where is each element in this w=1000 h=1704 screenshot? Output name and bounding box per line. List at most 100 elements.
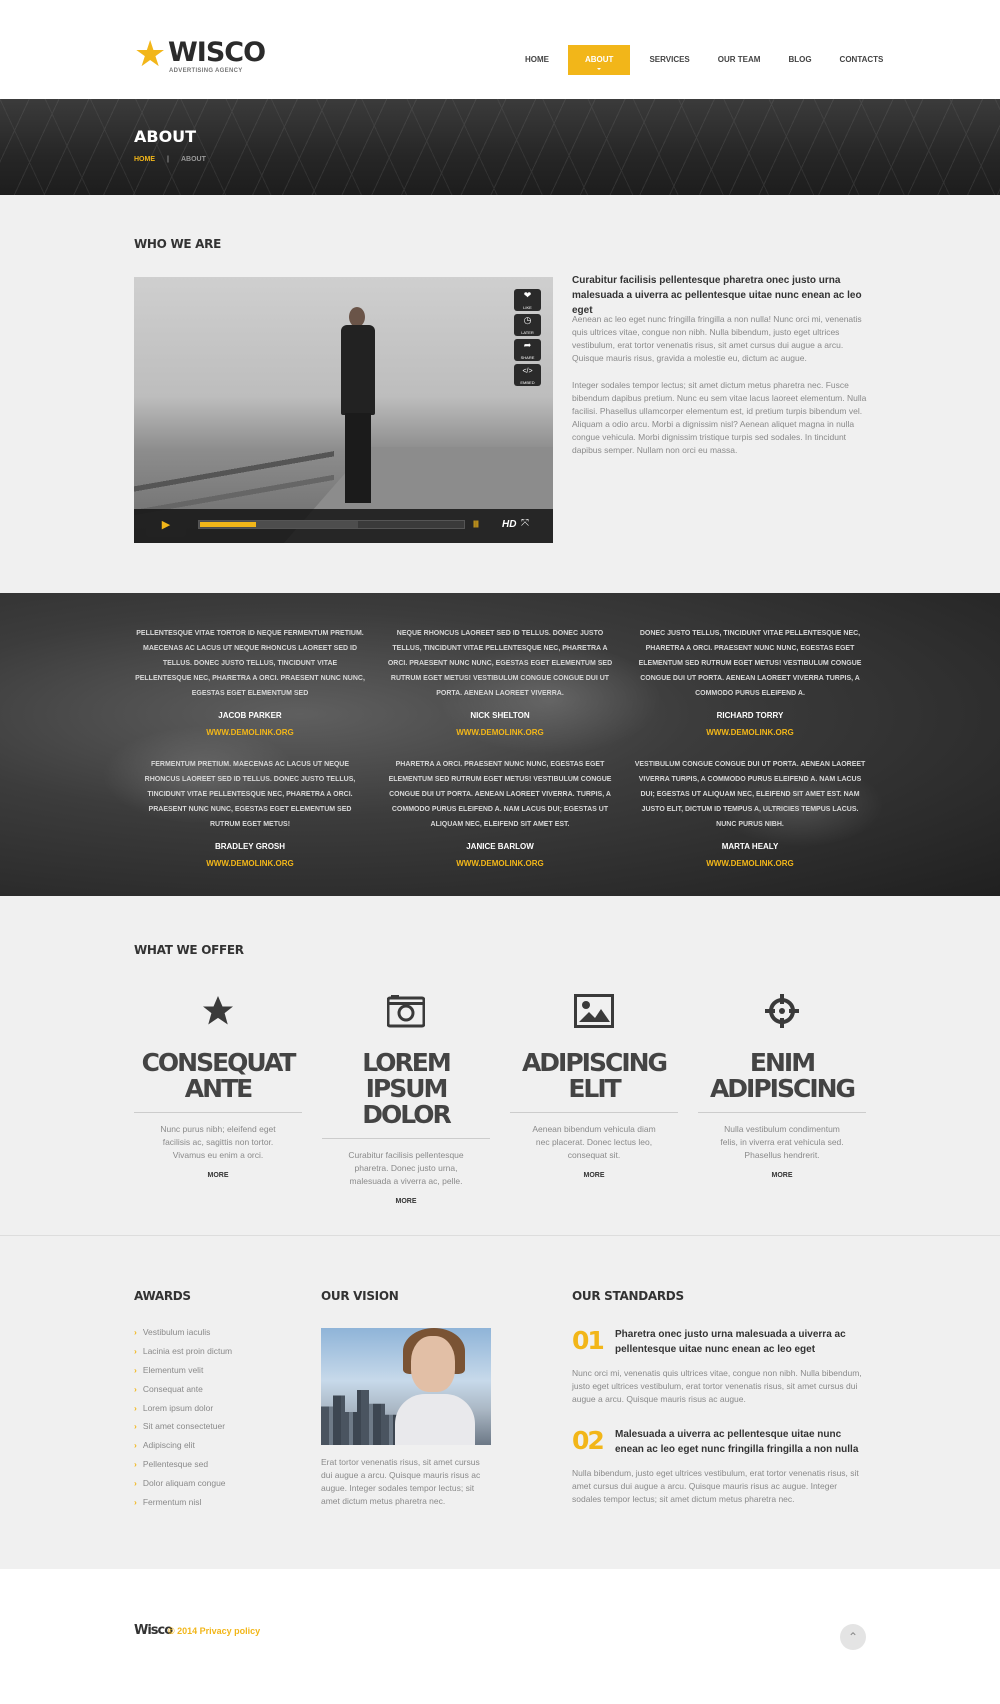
testimonial: NEQUE RHONCUS LAOREET SED ID TELLUS. DON… <box>384 626 616 737</box>
list-item[interactable]: Adipiscing elit <box>134 1439 232 1458</box>
list-item[interactable]: Sit amet consectetuer <box>134 1420 232 1439</box>
video-player[interactable]: ❤ LIKE ◷ LATER ➦ SHARE </> EMBED ▶ |||||| HD… <box>134 277 553 543</box>
who-we-are-paragraph-1: Aenean ac leo eget nunc fringilla fringi… <box>572 314 862 363</box>
standard-heading: Malesuada a uiverra ac pellentesque uita… <box>615 1429 859 1455</box>
offer-divider <box>322 1138 490 1139</box>
our-standards-title: OUR STANDARDS <box>572 1289 684 1303</box>
logo-tagline: ADVERTISING AGENCY <box>169 68 243 74</box>
offer-item: LOREM IPSUM DOLOR Curabitur facilisis pel… <box>322 955 490 1205</box>
scroll-to-top-button[interactable]: ⌃ <box>840 1624 866 1650</box>
offer-heading: CONSEQUAT ANTE <box>134 1050 302 1102</box>
list-item[interactable]: Elementum velit <box>134 1364 232 1383</box>
offer-divider <box>510 1112 678 1113</box>
list-item[interactable]: Dolor aliquam congue <box>134 1477 232 1496</box>
vision-image-face <box>411 1336 455 1392</box>
section-divider <box>0 1235 1000 1236</box>
breadcrumb: HOME | ABOUT <box>134 156 206 163</box>
heart-icon: ❤ <box>523 290 532 300</box>
code-icon: </> <box>522 368 533 375</box>
embed-button[interactable]: </> EMBED <box>514 364 541 386</box>
offer-item: ADIPISCING ELIT Aenean bibendum vehicula … <box>510 955 678 1179</box>
banner-background <box>0 99 1000 195</box>
clock-icon: ◷ <box>523 315 532 325</box>
vision-image-torso <box>395 1394 475 1445</box>
nav-item-home[interactable]: HOME <box>516 45 558 75</box>
camera-icon <box>322 991 490 1031</box>
video-side-buttons: ❤ LIKE ◷ LATER ➦ SHARE </> EMBED <box>514 289 541 389</box>
offer-more-link[interactable]: MORE <box>134 1172 302 1179</box>
offer-more-link[interactable]: MORE <box>698 1172 866 1179</box>
footer-brand: Wisco <box>134 1623 173 1638</box>
list-item[interactable]: Consequat ante <box>134 1383 232 1402</box>
testimonial-author: JANICE BARLOW <box>466 842 534 851</box>
our-vision-title: OUR VISION <box>321 1289 399 1303</box>
standard-number: 02 <box>572 1426 605 1455</box>
person-body <box>341 325 375 415</box>
offer-item: CONSEQUAT ANTE Nunc purus nibh; eleifend … <box>134 955 302 1179</box>
offer-heading: ENIM ADIPISCING <box>698 1050 866 1102</box>
offer-heading: ADIPISCING ELIT <box>510 1050 678 1102</box>
list-item[interactable]: Vestibulum iaculis <box>134 1326 232 1345</box>
offer-heading-line: ADIPISCING <box>709 1074 856 1103</box>
breadcrumb-separator: | <box>167 156 169 163</box>
standard-heading: Pharetra onec justo urna malesuada a uiv… <box>615 1329 846 1355</box>
testimonial-text: NEQUE RHONCUS LAOREET SED ID TELLUS. DON… <box>387 630 613 697</box>
offer-more-link[interactable]: MORE <box>510 1172 678 1179</box>
awards-list: Vestibulum iaculis Lacinia est proin dic… <box>134 1326 232 1515</box>
testimonial-text: PHARETRA A ORCI. PRAESENT NUNC NUNC, EGE… <box>388 761 612 828</box>
person-head <box>349 307 365 327</box>
testimonial-author: RICHARD TORRY <box>716 711 784 720</box>
standard-text: Nulla bibendum, justo eget ultrices vest… <box>572 1468 859 1504</box>
testimonial-link[interactable]: WWW.DEMOLINK.ORG <box>384 728 616 737</box>
list-item[interactable]: Lacinia est proin dictum <box>134 1345 232 1364</box>
page-title: ABOUT <box>134 127 197 146</box>
offer-more-link[interactable]: MORE <box>322 1198 490 1205</box>
list-item[interactable]: Lorem ipsum dolor <box>134 1402 232 1421</box>
later-button[interactable]: ◷ LATER <box>514 314 541 336</box>
person-legs <box>345 413 371 503</box>
testimonial-author: NICK SHELTON <box>470 711 530 720</box>
testimonial-text: DONEC JUSTO TELLUS, TINCIDUNT VITAE PELL… <box>638 630 862 697</box>
nav-item-blog[interactable]: BLOG <box>779 45 820 75</box>
who-we-are-title: WHO WE ARE <box>134 237 221 251</box>
testimonial: FERMENTUM PRETIUM. MAECENAS AC LACUS UT … <box>134 757 366 868</box>
breadcrumb-home-link[interactable]: HOME <box>134 156 155 163</box>
offer-description: Nunc purus nibh; eleifend eget facilisis… <box>160 1124 276 1160</box>
nav-item-our-team[interactable]: OUR TEAM <box>709 45 770 75</box>
testimonial-link[interactable]: WWW.DEMOLINK.ORG <box>134 859 366 868</box>
hd-toggle[interactable]: HD <box>502 519 516 530</box>
offer-divider <box>698 1112 866 1113</box>
main-nav: HOME ABOUT SERVICES OUR TEAM BLOG CONTAC… <box>516 45 902 75</box>
testimonial-text: FERMENTUM PRETIUM. MAECENAS AC LACUS UT … <box>144 761 356 828</box>
offer-heading-line: CONSEQUAT <box>141 1048 297 1077</box>
vision-text: Erat tortor venenatis risus, sit amet cu… <box>321 1457 481 1506</box>
who-we-are-heading: Curabitur facilisis pellentesque pharetr… <box>572 275 862 316</box>
awards-title: AWARDS <box>134 1289 191 1303</box>
list-item[interactable]: Fermentum nisl <box>134 1496 232 1515</box>
share-button[interactable]: ➦ SHARE <box>514 339 541 361</box>
testimonial-link[interactable]: WWW.DEMOLINK.ORG <box>634 859 866 868</box>
testimonial-link[interactable]: WWW.DEMOLINK.ORG <box>134 728 366 737</box>
testimonial-author: MARTA HEALY <box>721 842 779 851</box>
fullscreen-icon[interactable]: ⤧ <box>521 518 529 529</box>
logo[interactable]: ★ WISCO ADVERTISING AGENCY <box>134 34 266 78</box>
play-button[interactable]: ▶ <box>146 513 186 537</box>
video-progress-bar[interactable] <box>198 520 465 529</box>
nav-item-about[interactable]: ABOUT <box>568 45 631 75</box>
video-controls: ▶ |||||| HD ⤧ <box>134 509 553 543</box>
offer-item: ENIM ADIPISCING Nulla vestibulum condimen… <box>698 955 866 1179</box>
footer-privacy-link[interactable]: © 2014 Privacy policy <box>168 1626 260 1636</box>
offer-heading-line: ENIM <box>749 1048 816 1077</box>
testimonial-author: JACOB PARKER <box>218 711 282 720</box>
testimonial-link[interactable]: WWW.DEMOLINK.ORG <box>384 859 616 868</box>
nav-item-contacts[interactable]: CONTACTS <box>831 45 893 75</box>
testimonial-text: PELLENTESQUE VITAE TORTOR ID NEQUE FERME… <box>135 630 365 697</box>
offer-heading-line: ANTE <box>184 1074 253 1103</box>
offer-heading-line: LOREM IPSUM <box>362 1048 452 1103</box>
list-item[interactable]: Pellentesque sed <box>134 1458 232 1477</box>
nav-item-services[interactable]: SERVICES <box>640 45 698 75</box>
like-button[interactable]: ❤ LIKE <box>514 289 541 311</box>
volume-icon[interactable]: |||||| <box>473 521 479 528</box>
testimonial-link[interactable]: WWW.DEMOLINK.ORG <box>634 728 866 737</box>
offer-description: Curabitur facilisis pellentesque pharetr… <box>348 1150 464 1186</box>
